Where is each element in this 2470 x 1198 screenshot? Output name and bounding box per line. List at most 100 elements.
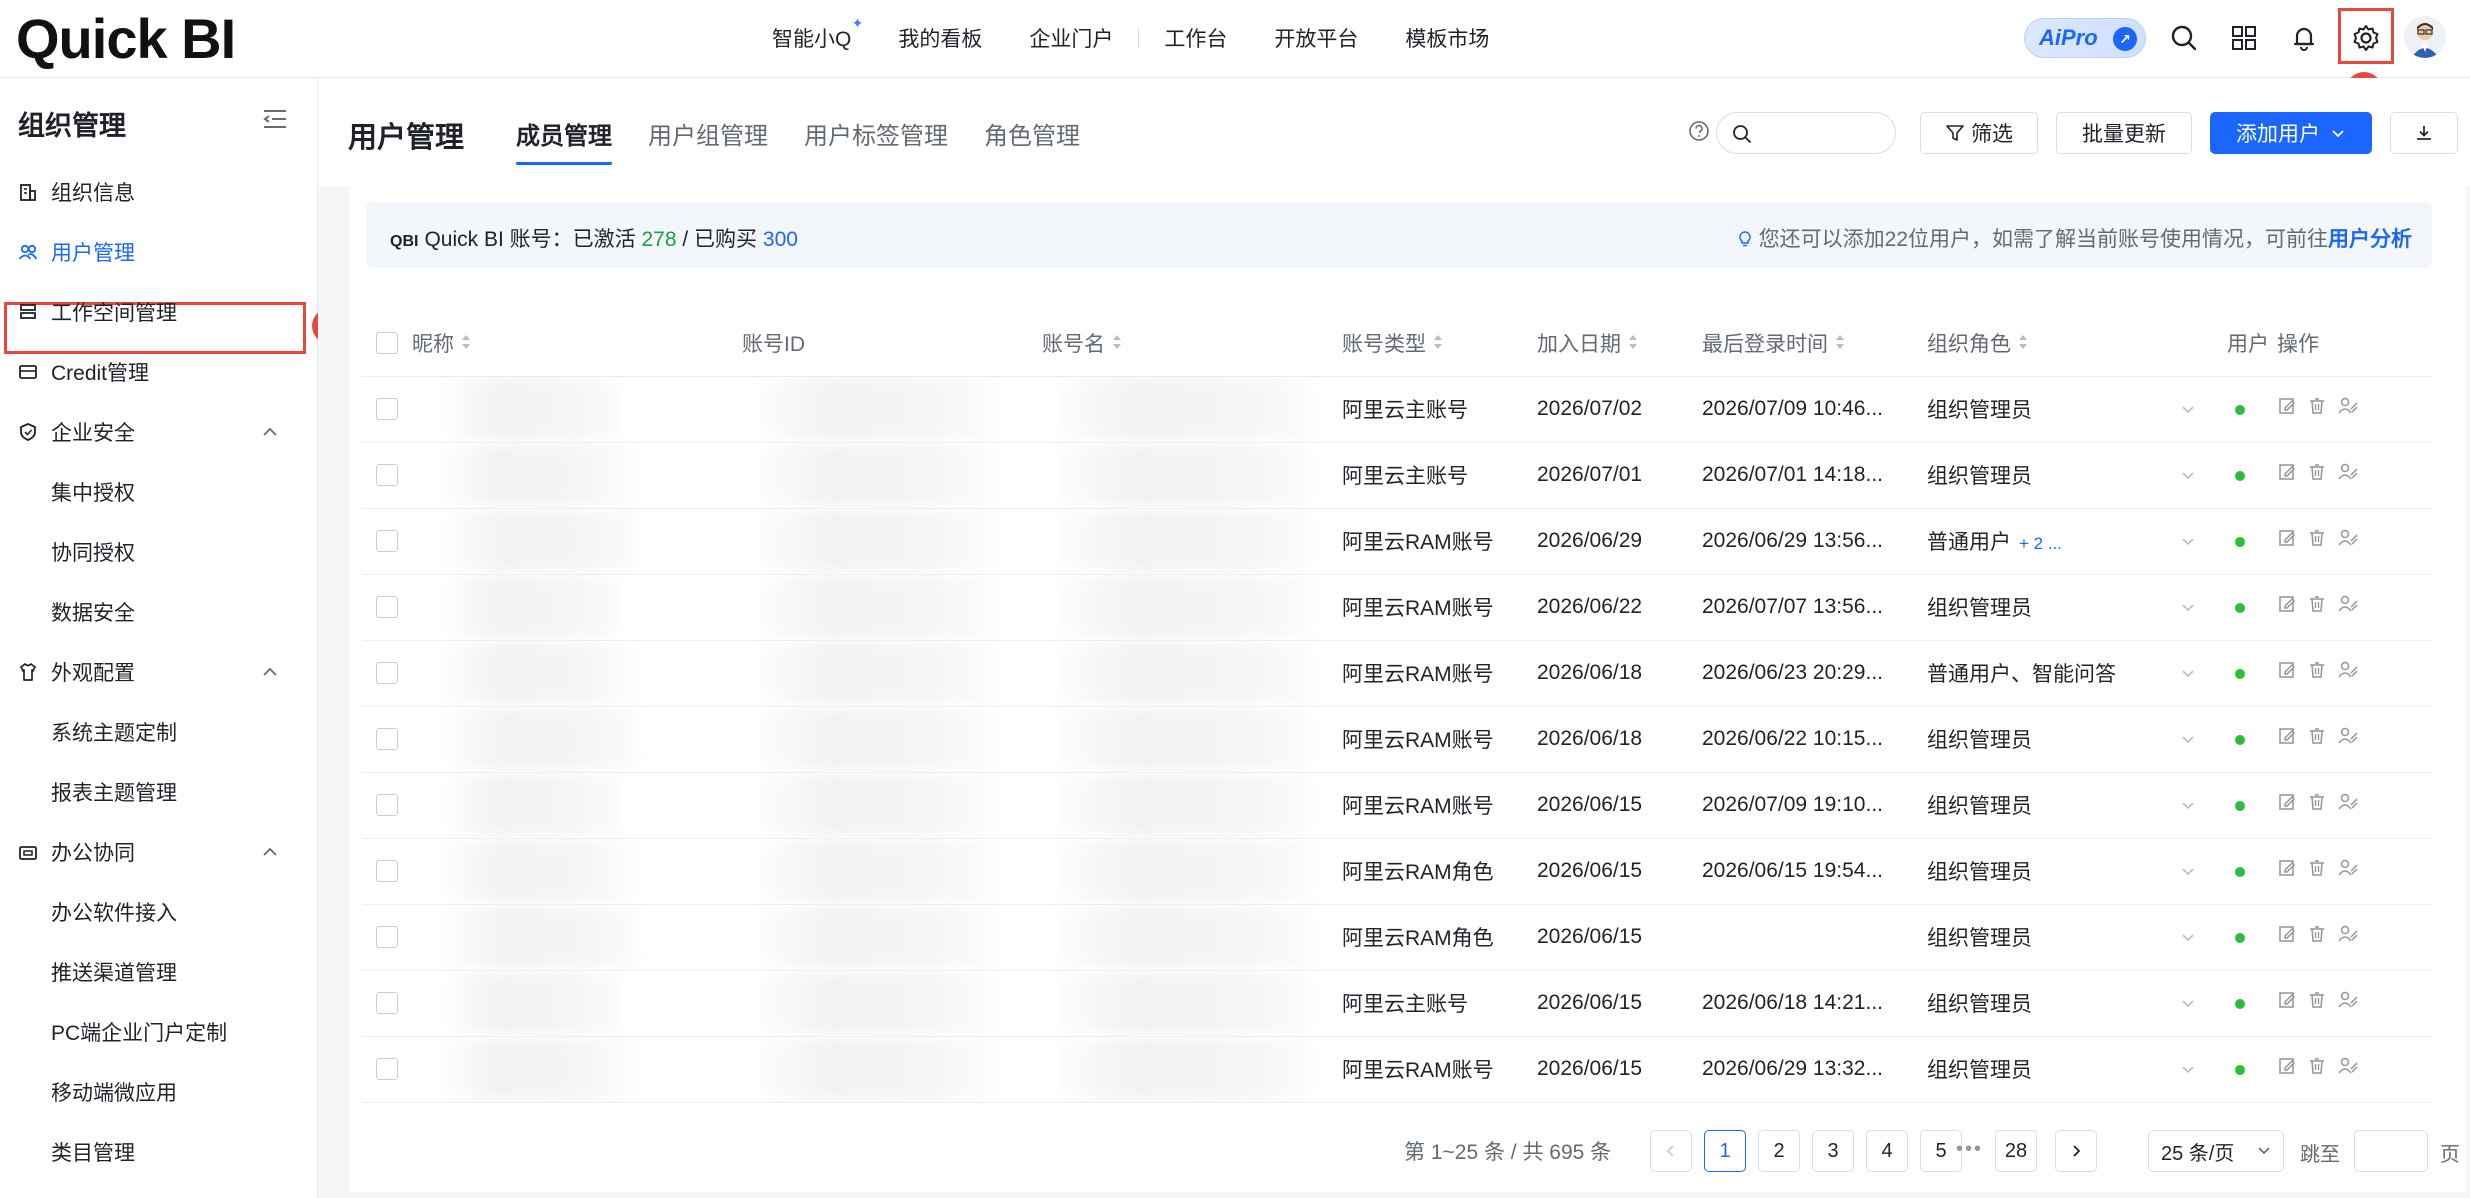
help-icon[interactable] [1688,120,1710,148]
col-join-date[interactable]: 加入日期 [1537,310,1702,377]
nav-enterprise-portal[interactable]: 企业门户 [1029,23,1113,53]
row-checkbox[interactable] [376,596,398,618]
org-role-cell[interactable]: 组织管理员 [1927,706,2227,773]
more-roles-link[interactable]: + 2 ... [2019,534,2062,553]
edit-icon[interactable] [2277,462,2297,488]
row-checkbox[interactable] [376,860,398,882]
batch-update-button[interactable]: 批量更新 [2056,112,2192,154]
page-size-select[interactable]: 25 条/页 [2148,1130,2284,1172]
sidebar-item-user-management[interactable]: 用户管理 [0,232,318,272]
org-role-cell[interactable]: 组织管理员 [1927,376,2227,443]
org-role-cell[interactable]: 组织管理员 [1927,904,2227,971]
sidebar-item-system-theme[interactable]: 系统主题定制 [0,712,318,752]
sidebar-item-office-collab[interactable]: 办公协同 [0,832,318,872]
row-checkbox[interactable] [376,398,398,420]
page-button-last[interactable]: 28 [1995,1130,2037,1172]
select-all-checkbox[interactable] [376,331,398,354]
edit-icon[interactable] [2277,528,2297,554]
jump-page-input[interactable] [2354,1130,2428,1172]
avatar[interactable] [2404,16,2446,58]
row-checkbox[interactable] [376,728,398,750]
sidebar-item-central-auth[interactable]: 集中授权 [0,472,318,512]
row-checkbox[interactable] [376,464,398,486]
search-icon[interactable] [2164,18,2204,58]
nav-template-market[interactable]: 模板市场 [1405,23,1489,53]
row-checkbox[interactable] [376,992,398,1014]
user-transfer-icon[interactable] [2337,660,2359,686]
trash-icon[interactable] [2307,660,2327,686]
trash-icon[interactable] [2307,1056,2327,1082]
org-role-cell[interactable]: 组织管理员 [1927,442,2227,509]
sidebar-item-office-software[interactable]: 办公软件接入 [0,892,318,932]
edit-icon[interactable] [2277,858,2297,884]
org-role-cell[interactable]: 组织管理员 [1927,838,2227,905]
aipro-button[interactable]: AiPro ↗ [2024,18,2146,58]
col-nickname[interactable]: 昵称 [412,310,742,377]
sidebar-item-workspace[interactable]: 工作空间管理 [0,292,318,332]
user-transfer-icon[interactable] [2337,792,2359,818]
trash-icon[interactable] [2307,396,2327,422]
row-checkbox[interactable] [376,794,398,816]
search-box[interactable] [1716,112,1896,154]
filter-button[interactable]: 筛选 [1920,112,2038,154]
sidebar-item-credit[interactable]: Credit管理 [0,352,318,392]
gear-icon[interactable] [2346,18,2386,58]
col-account-name[interactable]: 账号名 [1042,310,1342,377]
sidebar-item-pc-portal[interactable]: PC端企业门户定制 [0,1012,318,1052]
tab-user-groups[interactable]: 用户组管理 [648,116,768,165]
nav-my-dashboard[interactable]: 我的看板 [898,23,982,53]
nav-workbench[interactable]: 工作台 [1164,23,1227,53]
org-role-cell[interactable]: 组织管理员 [1927,574,2227,641]
page-button-2[interactable]: 2 [1758,1130,1800,1172]
sidebar-item-mobile-app[interactable]: 移动端微应用 [0,1072,318,1112]
search-input[interactable] [1757,121,1887,145]
sidebar-item-appearance[interactable]: 外观配置 [0,652,318,692]
trash-icon[interactable] [2307,528,2327,554]
next-page-button[interactable] [2055,1130,2097,1172]
sidebar-item-report-theme[interactable]: 报表主题管理 [0,772,318,812]
edit-icon[interactable] [2277,990,2297,1016]
user-transfer-icon[interactable] [2337,1056,2359,1082]
tab-members[interactable]: 成员管理 [516,116,612,165]
trash-icon[interactable] [2307,858,2327,884]
apps-grid-icon[interactable] [2224,18,2264,58]
edit-icon[interactable] [2277,792,2297,818]
trash-icon[interactable] [2307,792,2327,818]
user-transfer-icon[interactable] [2337,858,2359,884]
collapse-sidebar-icon[interactable] [262,108,288,136]
trash-icon[interactable] [2307,990,2327,1016]
trash-icon[interactable] [2307,462,2327,488]
trash-icon[interactable] [2307,726,2327,752]
user-transfer-icon[interactable] [2337,924,2359,950]
tab-roles[interactable]: 角色管理 [984,116,1080,165]
sidebar-item-data-security[interactable]: 数据安全 [0,592,318,632]
org-role-cell[interactable]: 组织管理员 [1927,772,2227,839]
tab-user-tags[interactable]: 用户标签管理 [804,116,948,165]
user-transfer-icon[interactable] [2337,462,2359,488]
page-button-3[interactable]: 3 [1812,1130,1854,1172]
bell-icon[interactable] [2284,18,2324,58]
org-role-cell[interactable]: 组织管理员 [1927,1036,2227,1103]
sidebar-item-security[interactable]: 企业安全 [0,412,318,452]
trash-icon[interactable] [2307,594,2327,620]
org-role-cell[interactable]: 普通用户、智能问答 [1927,640,2227,707]
nav-open-platform[interactable]: 开放平台 [1274,23,1358,53]
col-last-login[interactable]: 最后登录时间 [1702,310,1927,377]
col-account-type[interactable]: 账号类型 [1342,310,1537,377]
sidebar-item-org-info[interactable]: 组织信息 [0,172,318,212]
download-button[interactable] [2390,112,2458,154]
user-transfer-icon[interactable] [2337,990,2359,1016]
edit-icon[interactable] [2277,396,2297,422]
sidebar-item-category[interactable]: 类目管理 [0,1132,318,1172]
edit-icon[interactable] [2277,924,2297,950]
sidebar-item-push-channel[interactable]: 推送渠道管理 [0,952,318,992]
pagination-ellipsis[interactable]: ••• [1956,1138,1983,1161]
row-checkbox[interactable] [376,530,398,552]
user-transfer-icon[interactable] [2337,396,2359,422]
page-button-1[interactable]: 1 [1704,1130,1746,1172]
trash-icon[interactable] [2307,924,2327,950]
row-checkbox[interactable] [376,662,398,684]
row-checkbox[interactable] [376,1058,398,1080]
user-analysis-link[interactable]: 用户分析 [2328,228,2412,251]
edit-icon[interactable] [2277,660,2297,686]
